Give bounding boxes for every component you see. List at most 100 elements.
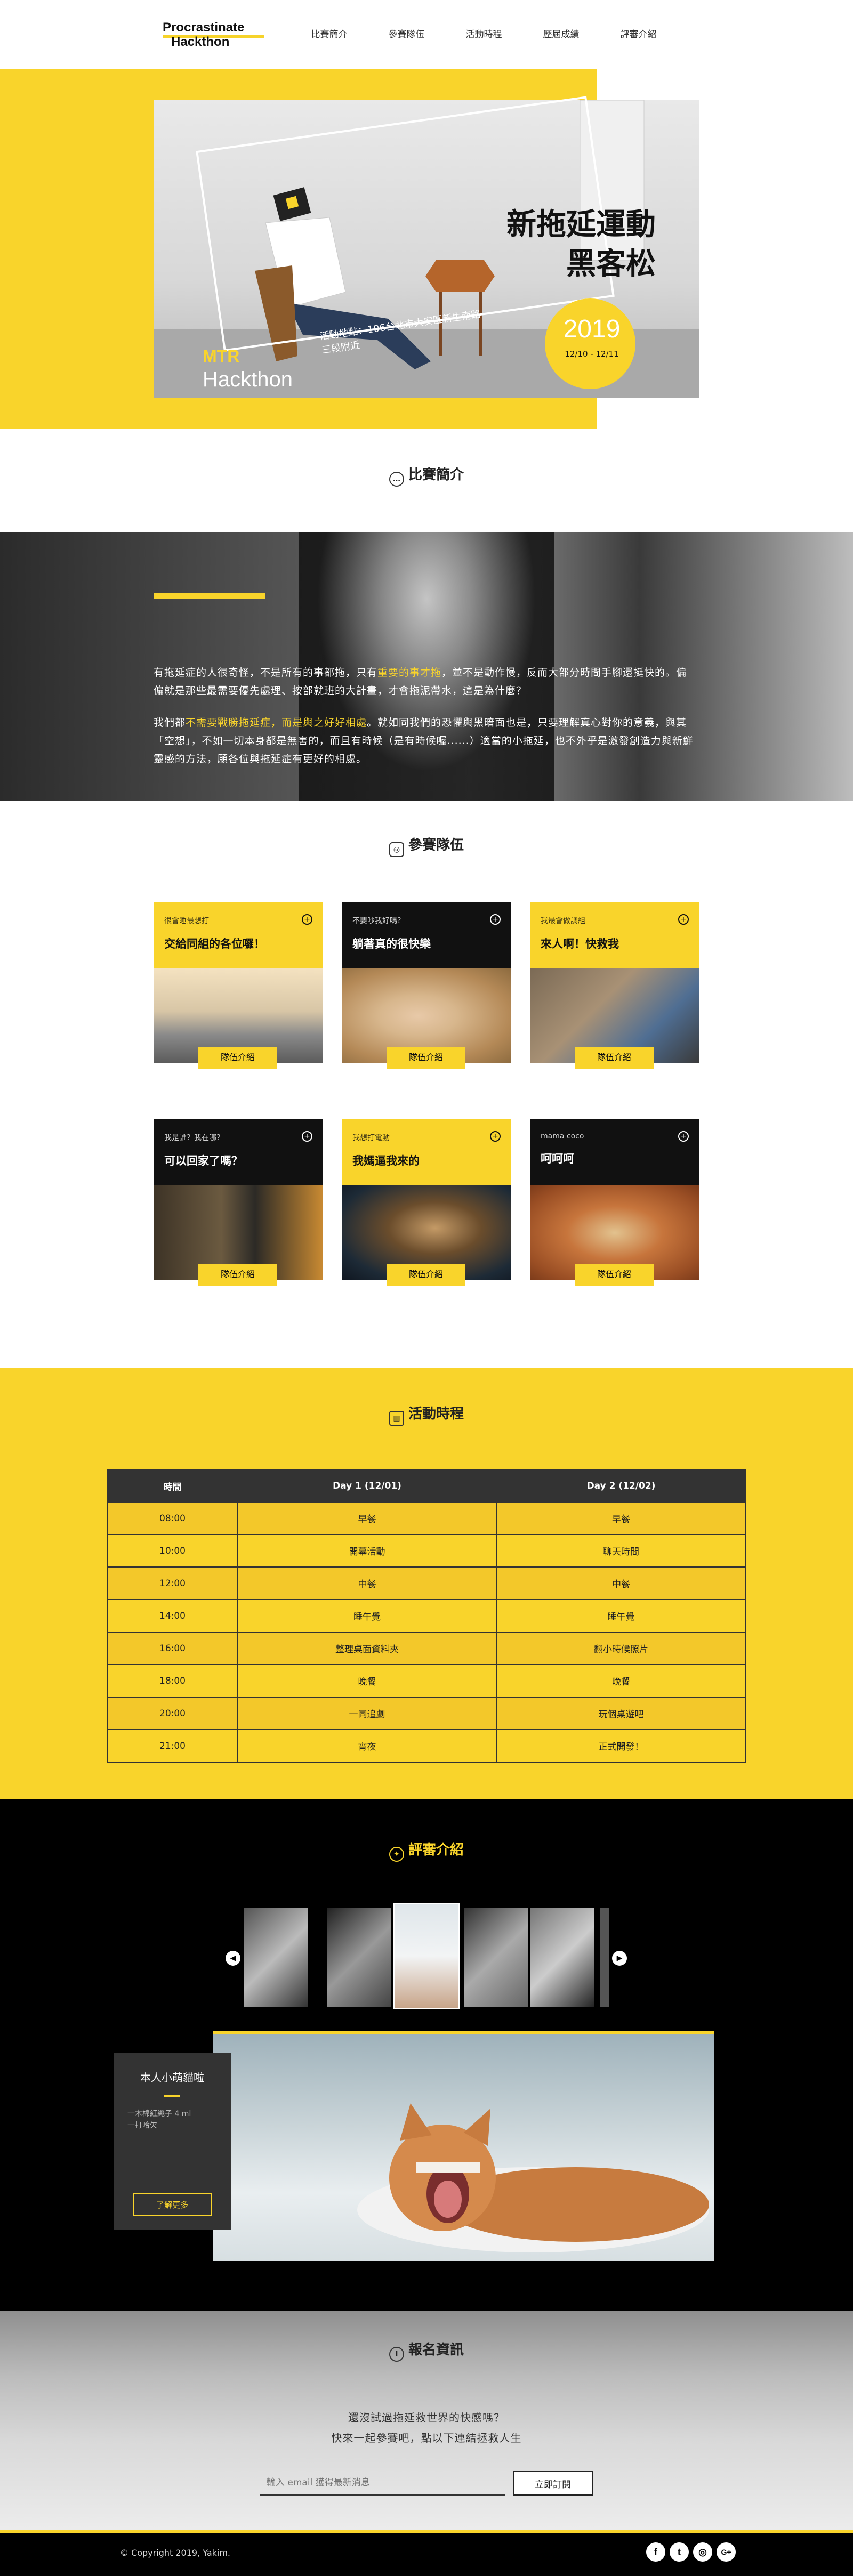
judge-thumbnail[interactable]: [464, 1908, 528, 2007]
carousel-next-icon[interactable]: ▶: [612, 1951, 627, 1966]
learn-more-button[interactable]: 了解更多: [133, 2193, 212, 2216]
schedule-cell-time: 12:00: [107, 1566, 238, 1600]
team-name: 呵呵呵: [541, 1152, 574, 1165]
teams-section-title: ◎ 參賽隊伍: [0, 834, 853, 857]
team-name: 可以回家了嗎？: [164, 1154, 243, 1167]
schedule-cell-day2: 正式開發！: [496, 1729, 746, 1763]
intro-accent-bar: [154, 593, 265, 599]
team-info-button[interactable]: 隊伍介紹: [387, 1047, 465, 1069]
logo-line-1: Procrastinate: [163, 20, 245, 35]
team-info-button[interactable]: 隊伍介紹: [387, 1264, 465, 1286]
plus-icon[interactable]: +: [302, 1131, 312, 1142]
team-card[interactable]: 很會睡最想打 交給同組的各位囉！ + 隊伍介紹: [154, 902, 323, 1069]
team-card[interactable]: mama coco 呵呵呵 + 隊伍介紹: [530, 1119, 699, 1286]
judges-section-title: ✦ 評審介紹: [0, 1839, 853, 1862]
team-card[interactable]: 我最會做調組 來人啊！快救我 + 隊伍介紹: [530, 902, 699, 1069]
team-info-button[interactable]: 隊伍介紹: [575, 1047, 654, 1069]
info-icon: i: [389, 2347, 404, 2362]
nav-intro[interactable]: 比賽簡介: [291, 27, 368, 40]
schedule-cell-day2: 中餐: [496, 1566, 746, 1600]
team-info-button[interactable]: 隊伍介紹: [575, 1264, 654, 1286]
site-header: Procrastinate Hackthon 比賽簡介 參賽隊伍 活動時程 歷屆…: [0, 0, 853, 69]
schedule-row: 12:00 中餐 中餐: [107, 1566, 746, 1600]
signup-title-text: 報名資訊: [408, 2342, 464, 2358]
schedule-row: 10:00 開幕活動 聊天時間: [107, 1534, 746, 1568]
site-logo[interactable]: Procrastinate Hackthon: [163, 20, 264, 52]
team-card[interactable]: 我想打電動 我媽逼我來的 + 隊伍介紹: [342, 1119, 511, 1286]
signup-line-1: 還沒試過拖延救世界的快感嗎？: [348, 2411, 505, 2424]
nav-schedule[interactable]: 活動時程: [445, 27, 522, 40]
logo-line-2: Hackthon: [171, 35, 230, 49]
intro-title-text: 比賽簡介: [408, 467, 464, 483]
subscribe-button[interactable]: 立即訂閱: [513, 2471, 593, 2496]
schedule-cell-day1: 睡午覺: [237, 1599, 497, 1633]
team-photo: 隊伍介紹: [530, 1185, 699, 1286]
nav-teams[interactable]: 參賽隊伍: [368, 27, 445, 40]
team-name: 我媽逼我來的: [352, 1154, 420, 1167]
team-photo: 隊伍介紹: [154, 1185, 323, 1286]
team-info-button[interactable]: 隊伍介紹: [198, 1047, 277, 1069]
judge-thumbnail[interactable]: [244, 1908, 308, 2007]
team-name: 來人啊！快救我: [541, 938, 619, 950]
hero-mtr: MTR: [203, 346, 240, 366]
nav-judges[interactable]: 評審介紹: [600, 27, 677, 40]
team-card-header: 我想打電動 我媽逼我來的 +: [342, 1119, 511, 1185]
team-card-header: 我是誰？我在哪？ 可以回家了嗎？ +: [154, 1119, 323, 1185]
carousel-prev-icon[interactable]: ◀: [226, 1951, 240, 1966]
schedule-cell-day2: 睡午覺: [496, 1599, 746, 1633]
team-info-button[interactable]: 隊伍介紹: [198, 1264, 277, 1286]
judge-thumbnail[interactable]: [327, 1908, 391, 2007]
team-card-header: 我最會做調組 來人啊！快救我 +: [530, 902, 699, 968]
judge-thumbnail[interactable]: [530, 1908, 594, 2007]
instagram-icon[interactable]: ◎: [693, 2542, 712, 2562]
judge-info-card: 本人小萌貓啦 一木棉紅繩子 4 ml 一打哈欠 了解更多: [114, 2053, 231, 2230]
email-input[interactable]: [260, 2471, 505, 2496]
schedule-cell-day1: 整理桌面資料夾: [237, 1632, 497, 1665]
judge-thumbnail-active[interactable]: [393, 1903, 460, 2009]
facebook-icon[interactable]: f: [646, 2542, 665, 2562]
schedule-cell-time: 14:00: [107, 1599, 238, 1633]
hero-date-badge: [545, 298, 635, 389]
team-card[interactable]: 我是誰？我在哪？ 可以回家了嗎？ + 隊伍介紹: [154, 1119, 323, 1286]
hero-year: 2019: [563, 315, 621, 343]
schedule-cell-day2: 玩個桌遊吧: [496, 1697, 746, 1730]
hero-title-line-2: 黑客松: [566, 247, 656, 281]
judge-detail: 一木棉紅繩子 4 ml: [127, 2110, 191, 2118]
schedule-cell-day2: 翻小時候照片: [496, 1632, 746, 1665]
copyright-text: © Copyright 2019, Yakim.: [120, 2548, 230, 2558]
nav-history[interactable]: 歷屆成績: [522, 27, 600, 40]
schedule-cell-time: 16:00: [107, 1632, 238, 1665]
schedule-row: 18:00 晚餐 晚餐: [107, 1664, 746, 1698]
plus-icon[interactable]: +: [302, 914, 312, 925]
google-plus-icon[interactable]: G+: [717, 2542, 736, 2562]
plus-icon[interactable]: +: [490, 1131, 501, 1142]
judge-name: 本人小萌貓啦: [140, 2071, 204, 2084]
schedule-cell-day1: 中餐: [237, 1566, 497, 1600]
gamepad-icon: ◎: [389, 842, 404, 857]
plus-icon[interactable]: +: [490, 914, 501, 925]
team-sub: 很會睡最想打: [164, 917, 209, 925]
schedule-cell-day2: 晚餐: [496, 1664, 746, 1698]
intro-text-1a: 有拖延症的人很奇怪，不是所有的事都拖，只有: [154, 667, 378, 679]
schedule-cell-day1: 開幕活動: [237, 1534, 497, 1568]
plus-icon[interactable]: +: [678, 1131, 689, 1142]
col-day1: Day 1 (12/01): [237, 1469, 497, 1503]
team-sub: mama coco: [541, 1132, 584, 1141]
schedule-cell-day1: 晚餐: [237, 1664, 497, 1698]
team-photo: 隊伍介紹: [342, 968, 511, 1069]
plus-icon[interactable]: +: [678, 914, 689, 925]
judge-photo: [213, 2031, 714, 2261]
hero-hackthon: Hackthon: [203, 368, 293, 391]
team-card[interactable]: 不要吵我好嗎？ 躺著真的很快樂 + 隊伍介紹: [342, 902, 511, 1069]
team-sub: 我想打電動: [352, 1134, 390, 1142]
judge-detail: 一打哈欠: [127, 2121, 157, 2130]
schedule-title-text: 活動時程: [408, 1406, 464, 1422]
signup-section-title: i 報名資訊: [0, 2339, 853, 2362]
team-sub: 我是誰？我在哪？: [164, 1134, 224, 1142]
judge-thumbnail[interactable]: [600, 1908, 609, 2007]
schedule-cell-day1: 宵夜: [237, 1729, 497, 1763]
twitter-icon[interactable]: t: [670, 2542, 689, 2562]
team-card-header: mama coco 呵呵呵 +: [530, 1119, 699, 1185]
team-photo: 隊伍介紹: [530, 968, 699, 1069]
cat-illustration: [357, 2103, 709, 2252]
